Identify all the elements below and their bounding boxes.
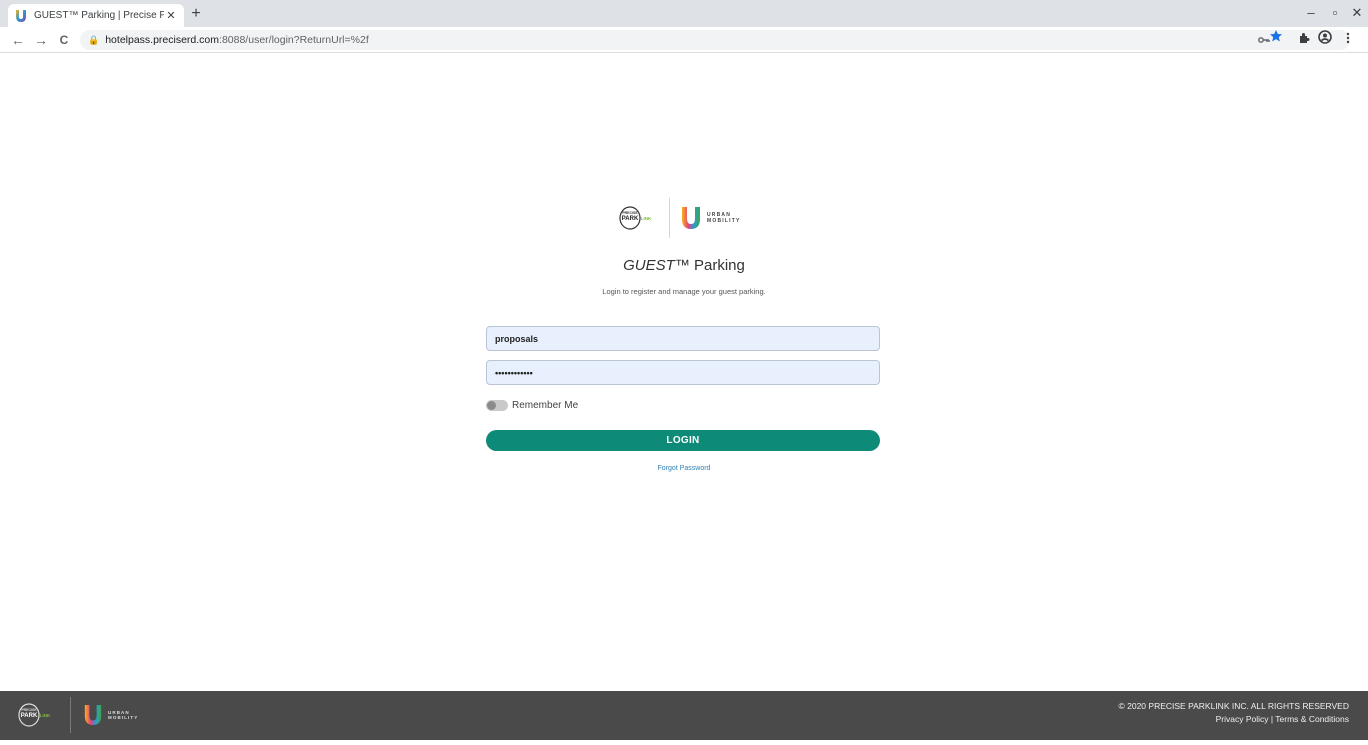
- url-host: hotelpass.preciserd.com: [105, 34, 220, 46]
- url-text: hotelpass.preciserd.com:8088/user/login?…: [105, 34, 369, 46]
- url-path: :8088/user/login?ReturnUrl=%2f: [219, 34, 369, 46]
- star-icon[interactable]: [1266, 29, 1286, 49]
- page-subtitle: Login to register and manage your guest …: [602, 287, 766, 296]
- footer-urban-mobility-text: URBAN MOBILITY: [108, 710, 138, 721]
- lock-icon: 🔒: [88, 34, 100, 45]
- back-button[interactable]: ←: [8, 30, 28, 50]
- footer-links: Privacy Policy | Terms & Conditions: [1119, 713, 1349, 726]
- close-window-button[interactable]: ✕: [1342, 2, 1368, 24]
- new-tab-button[interactable]: +: [186, 4, 206, 24]
- svg-text:PARK: PARK: [21, 713, 38, 719]
- urban-mobility-favicon-icon: [16, 9, 26, 22]
- tab-title: GUEST™ Parking | Precise ParkLi: [34, 10, 164, 21]
- brand-logos: PRECISE PARK LINK URBAN MOBILITY: [619, 197, 751, 239]
- um-line-2: MOBILITY: [707, 218, 741, 224]
- login-page: PRECISE PARK LINK URBAN MOBILITY GUEST™ …: [0, 54, 1368, 691]
- svg-text:LINK: LINK: [40, 713, 51, 718]
- tab-close-icon[interactable]: ✕: [164, 9, 178, 22]
- footer-brand-logos: PRECISE PARK LINK URBAN MOBILITY: [18, 697, 138, 733]
- remember-me-label: Remember Me: [512, 400, 579, 411]
- toggle-switch[interactable]: [486, 400, 508, 411]
- forgot-password-link[interactable]: Forgot Password: [0, 465, 1368, 472]
- svg-text:PARK: PARK: [622, 216, 639, 222]
- title-rest: ™ Parking: [674, 257, 745, 274]
- urban-mobility-logo: URBAN MOBILITY: [680, 206, 741, 230]
- forward-button[interactable]: →: [31, 30, 51, 50]
- urban-mobility-u-icon: [682, 207, 700, 229]
- svg-text:LINK: LINK: [641, 216, 652, 221]
- browser-toolbar: ← → C 🔒 hotelpass.preciserd.com:8088/use…: [0, 27, 1368, 53]
- extensions-icon[interactable]: [1294, 30, 1314, 50]
- svg-text:PRECISE: PRECISE: [622, 211, 638, 215]
- page-title: GUEST™ Parking: [0, 257, 1368, 274]
- precise-parklink-logo: PRECISE PARK LINK: [619, 206, 652, 230]
- footer-brand-divider: [70, 697, 71, 733]
- brand-divider: [669, 198, 670, 238]
- profile-icon[interactable]: [1315, 30, 1335, 50]
- login-button[interactable]: LOGIN: [486, 430, 880, 451]
- title-guest: GUEST: [623, 257, 675, 274]
- password-field[interactable]: [486, 360, 880, 385]
- privacy-policy-link[interactable]: Privacy Policy: [1216, 714, 1269, 724]
- svg-text:PRECISE: PRECISE: [21, 708, 37, 712]
- footer-urban-mobility-u-icon: [84, 705, 102, 725]
- address-bar[interactable]: 🔒 hotelpass.preciserd.com:8088/user/logi…: [80, 30, 1350, 50]
- window-bottom-edge: [0, 740, 1368, 745]
- reload-button[interactable]: C: [54, 30, 74, 50]
- footer: PRECISE PARK LINK URBAN MOBILITY © 2020 …: [0, 691, 1368, 740]
- footer-precise-parklink-logo: PRECISE PARK LINK: [18, 703, 51, 727]
- remember-me-toggle[interactable]: Remember Me: [486, 400, 578, 411]
- username-field[interactable]: [486, 326, 880, 351]
- browser-tab-strip: GUEST™ Parking | Precise ParkLi ✕ + – ▫ …: [0, 0, 1368, 27]
- browser-tab[interactable]: GUEST™ Parking | Precise ParkLi ✕: [8, 4, 184, 27]
- footer-um-line-2: MOBILITY: [108, 715, 139, 720]
- urban-mobility-text: URBAN MOBILITY: [707, 212, 741, 224]
- terms-conditions-link[interactable]: Terms & Conditions: [1275, 714, 1349, 724]
- footer-legal: © 2020 PRECISE PARKLINK INC. ALL RIGHTS …: [1119, 700, 1350, 726]
- copyright-text: © 2020 PRECISE PARKLINK INC. ALL RIGHTS …: [1118, 701, 1350, 711]
- toggle-knob: [487, 401, 496, 410]
- menu-icon[interactable]: [1338, 30, 1358, 50]
